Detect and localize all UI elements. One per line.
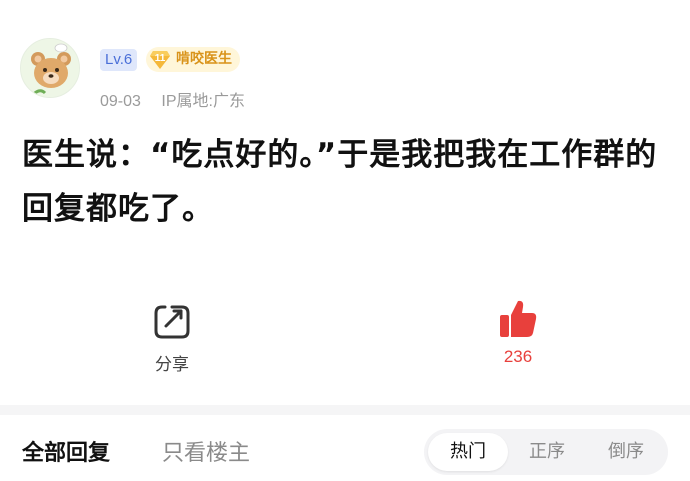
section-divider	[0, 405, 690, 415]
user-level-badge: Lv.6	[100, 49, 138, 71]
sort-descending-button[interactable]: 倒序	[588, 433, 664, 471]
user-avatar[interactable]	[20, 38, 80, 98]
badge-text: 啃咬医生	[176, 51, 232, 67]
post-date: 09-03	[100, 93, 141, 110]
sort-hot-button[interactable]: 热门	[428, 433, 508, 471]
bear-avatar-icon	[21, 39, 79, 97]
post-meta: 09-03 IP属地:广东	[100, 87, 245, 111]
post-text: 医生说：“吃点好的。”于是我把我在工作群的回复都吃了。	[22, 137, 658, 227]
replies-bar: 全部回复 只看楼主 热门 正序 倒序	[0, 415, 690, 481]
like-count: 236	[503, 347, 533, 366]
tab-all-replies[interactable]: 全部回复	[22, 435, 110, 467]
sort-toggle: 热门 正序 倒序	[424, 429, 668, 475]
share-label: 分享	[155, 355, 189, 375]
ip-location: IP属地:广东	[161, 93, 245, 110]
share-button[interactable]: 分享	[142, 304, 202, 375]
share-icon	[154, 305, 190, 339]
sort-ascending-button[interactable]: 正序	[508, 433, 586, 471]
like-button[interactable]: 236	[490, 298, 546, 367]
tab-owner-only[interactable]: 只看楼主	[162, 435, 250, 467]
user-title-badge: 11 啃咬医生	[146, 47, 240, 72]
thumbs-up-icon	[500, 300, 537, 337]
post-card: Lv.6 11 啃咬医生 09-03 IP属地:广东 医生说：“吃点好的。”于是…	[0, 0, 690, 405]
badge-number: 11	[154, 53, 166, 64]
gem-badge-icon: 11	[149, 49, 171, 70]
